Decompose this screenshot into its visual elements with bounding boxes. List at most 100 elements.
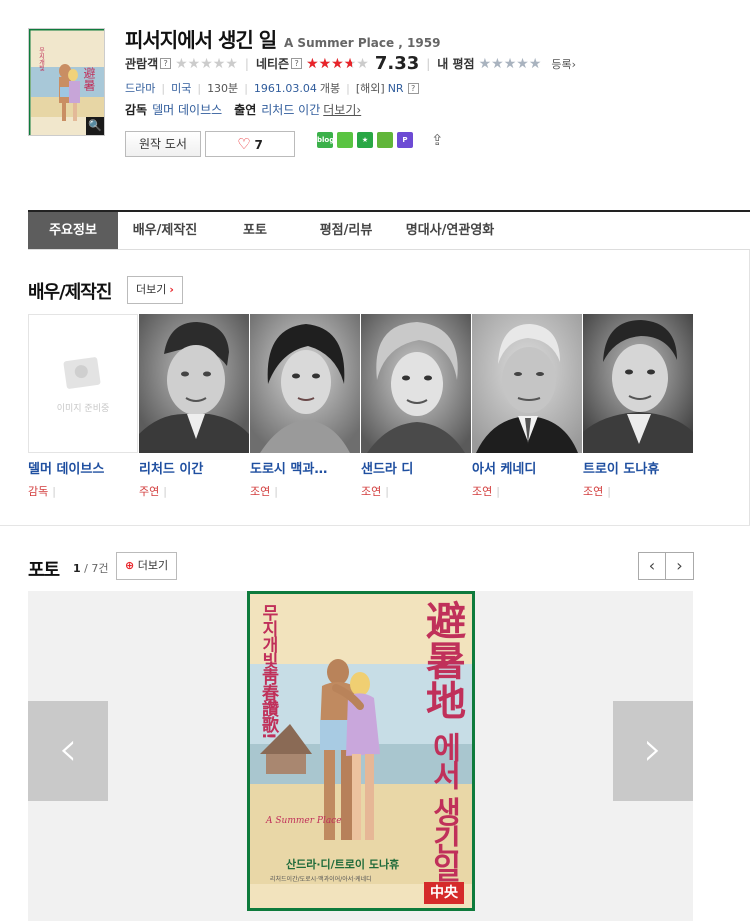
cast-photo-placeholder[interactable]: 이미지 준비중 — [28, 314, 138, 453]
cast-more-button[interactable]: 더보기 › — [127, 276, 183, 304]
cast-role: 조연 | — [250, 485, 278, 498]
cast-card[interactable]: 트로이 도나휴 조연 | — [583, 314, 694, 499]
movie-title: 피서지에서 생긴 일 A Summer Place , 1959 — [125, 24, 440, 53]
release-date-link[interactable]: 1961.03.04 — [254, 82, 317, 95]
cast-section-title: 배우/제작진 — [28, 282, 112, 303]
cast-role: 조연 | — [361, 485, 389, 498]
movie-poster-thumbnail[interactable]: 避暑 무지개빛 🔍 — [28, 28, 105, 136]
cast-card[interactable]: 이미지 준비중 델머 데이브스 감독 | — [28, 314, 139, 499]
cast-role: 주연 | — [139, 485, 167, 498]
photo-gallery: ‹ › 避暑地 에서 생긴일 무지개빛靑春讚歌! A Summer Place — [28, 591, 693, 921]
photo-current: 1 — [73, 562, 81, 575]
release-suffix: 개봉 — [319, 82, 341, 95]
register-rating-link[interactable]: 등록› — [551, 56, 576, 72]
heart-icon: ♡ — [237, 135, 251, 153]
zoom-plus-icon: ⊕ — [125, 559, 135, 572]
poster-title-hangul: 에서 생긴일 — [426, 732, 461, 881]
cast-more-label: 더보기 — [136, 283, 167, 296]
cast-name[interactable]: 델머 데이브스 — [28, 458, 139, 477]
tab-cast-crew[interactable]: 배우/제작진 — [118, 212, 212, 249]
photo-count: 1 / 7건 — [73, 560, 108, 576]
cast-photo[interactable] — [250, 314, 360, 453]
cast-card[interactable]: 도로시 맥과… 조연 | — [250, 314, 361, 499]
cast-photo[interactable] — [472, 314, 582, 453]
cast-photo[interactable] — [139, 314, 249, 453]
cast-role: 조연 | — [472, 485, 500, 498]
tab-main-info[interactable]: 주요정보 — [28, 212, 118, 249]
genre-link[interactable]: 드라마 — [125, 80, 155, 96]
band-icon[interactable] — [337, 132, 353, 148]
svg-text:무지개빛: 무지개빛 — [38, 47, 45, 72]
share-icons: blog ★ P ⇪ — [317, 131, 444, 149]
poster-subtitle-en: A Summer Place — [266, 816, 342, 826]
cast-name[interactable]: 도로시 맥과… — [250, 458, 361, 477]
no-image-icon — [63, 356, 101, 390]
zoom-icon[interactable]: 🔍 — [86, 117, 104, 135]
poster-title-hanja: 避暑地 — [419, 600, 466, 720]
cast-name[interactable]: 트로이 도나휴 — [583, 458, 694, 477]
grade-help-icon[interactable]: ? — [407, 82, 419, 94]
section-divider — [0, 525, 750, 526]
my-rating-label: 내 평점 — [437, 57, 475, 71]
photo-more-label: 더보기 — [137, 559, 169, 572]
plus-icon[interactable]: P — [397, 132, 413, 148]
audience-rating-label: 관람객 — [125, 57, 159, 71]
poster-stars-line: 산드라·디/트로이 도나휴 — [286, 858, 400, 871]
grade-link[interactable]: NR — [388, 82, 404, 95]
svg-text:避暑: 避暑 — [82, 67, 96, 92]
audience-stars: ★★★★★★★★★★ — [175, 55, 238, 72]
like-count: 7 — [254, 138, 263, 152]
cast-card[interactable]: 샌드라 디 조연 | — [361, 314, 472, 499]
star-icon[interactable]: ★ — [357, 132, 373, 148]
netizen-help-icon[interactable]: ? — [291, 58, 303, 69]
share-icon[interactable]: ⇪ — [431, 131, 444, 149]
movie-title-korean: 피서지에서 생긴 일 — [125, 28, 277, 52]
grade-region: [해외] — [355, 82, 385, 95]
movie-title-original: A Summer Place , 1959 — [283, 36, 441, 50]
poster-theater: 中央 — [424, 882, 464, 904]
cast-label: 출연 — [234, 103, 257, 117]
netizen-score: 7.33 — [374, 53, 420, 74]
netizen-stars: ★★★★★★★★★★ — [306, 55, 369, 72]
poster-cast-small: 리처드이간/도로시·맥과이어/아서·케네디 — [270, 876, 372, 883]
cast-name[interactable]: 아서 케네디 — [472, 458, 583, 477]
country-link[interactable]: 미국 — [171, 80, 191, 96]
gallery-poster-image[interactable]: 避暑地 에서 생긴일 무지개빛靑春讚歌! A Summer Place 산드라·… — [247, 591, 475, 911]
credit-line: 감독 델머 데이브스 출연 리처드 이간 더보기› — [125, 101, 361, 118]
original-book-button[interactable]: 원작 도서 — [125, 131, 201, 157]
rating-line: 관람객 ? ★★★★★★★★★★ | 네티즌 ? ★★★★★★★★★★ 7.33… — [125, 53, 577, 74]
movie-info-line: 드라마 | 미국 | 130분 | 1961.03.04 개봉 | [해외] N… — [125, 80, 419, 96]
cast-photo[interactable] — [583, 314, 693, 453]
blog-icon[interactable]: blog — [317, 132, 334, 148]
audience-help-icon[interactable]: ? — [160, 58, 172, 69]
tab-rating-review[interactable]: 평점/리뷰 — [298, 212, 394, 249]
cast-name[interactable]: 샌드라 디 — [361, 458, 472, 477]
cast-card[interactable]: 리처드 이간 주연 | — [139, 314, 250, 499]
gallery-prev-arrow[interactable]: ‹ — [28, 701, 108, 801]
runtime: 130분 — [207, 82, 239, 95]
cast-more-link[interactable]: 더보기› — [323, 101, 361, 118]
cast-role: 감독 | — [28, 485, 56, 498]
like-button[interactable]: ♡ 7 — [205, 131, 295, 157]
pager-prev-button[interactable]: ‹ — [638, 552, 666, 580]
cast-photo[interactable] — [361, 314, 471, 453]
cast-link[interactable]: 리처드 이간 — [261, 101, 320, 118]
tab-photo[interactable]: 포토 — [212, 212, 298, 249]
cast-role: 조연 | — [583, 485, 611, 498]
photo-pager: ‹ › — [638, 552, 694, 580]
photo-total: / 7건 — [84, 562, 109, 575]
pager-next-button[interactable]: › — [666, 552, 694, 580]
tab-quotes-related[interactable]: 명대사/연관영화 — [394, 212, 506, 249]
no-image-text: 이미지 준비중 — [56, 404, 110, 414]
my-rating-stars[interactable]: ★★★★★ — [479, 56, 542, 72]
photo-more-button[interactable]: ⊕ 더보기 — [116, 552, 178, 580]
director-link[interactable]: 델머 데이브스 — [152, 101, 222, 118]
cast-card[interactable]: 아서 케네디 조연 | — [472, 314, 583, 499]
main-tabs: 주요정보 배우/제작진 포토 평점/리뷰 명대사/연관영화 — [28, 210, 750, 250]
cast-name[interactable]: 리처드 이간 — [139, 458, 250, 477]
netizen-rating-label: 네티즌 — [255, 57, 290, 71]
gallery-next-arrow[interactable]: › — [613, 701, 693, 801]
poster-tagline: 무지개빛靑春讚歌! — [258, 604, 278, 739]
director-label: 감독 — [125, 103, 148, 117]
memo-icon[interactable] — [377, 132, 393, 148]
